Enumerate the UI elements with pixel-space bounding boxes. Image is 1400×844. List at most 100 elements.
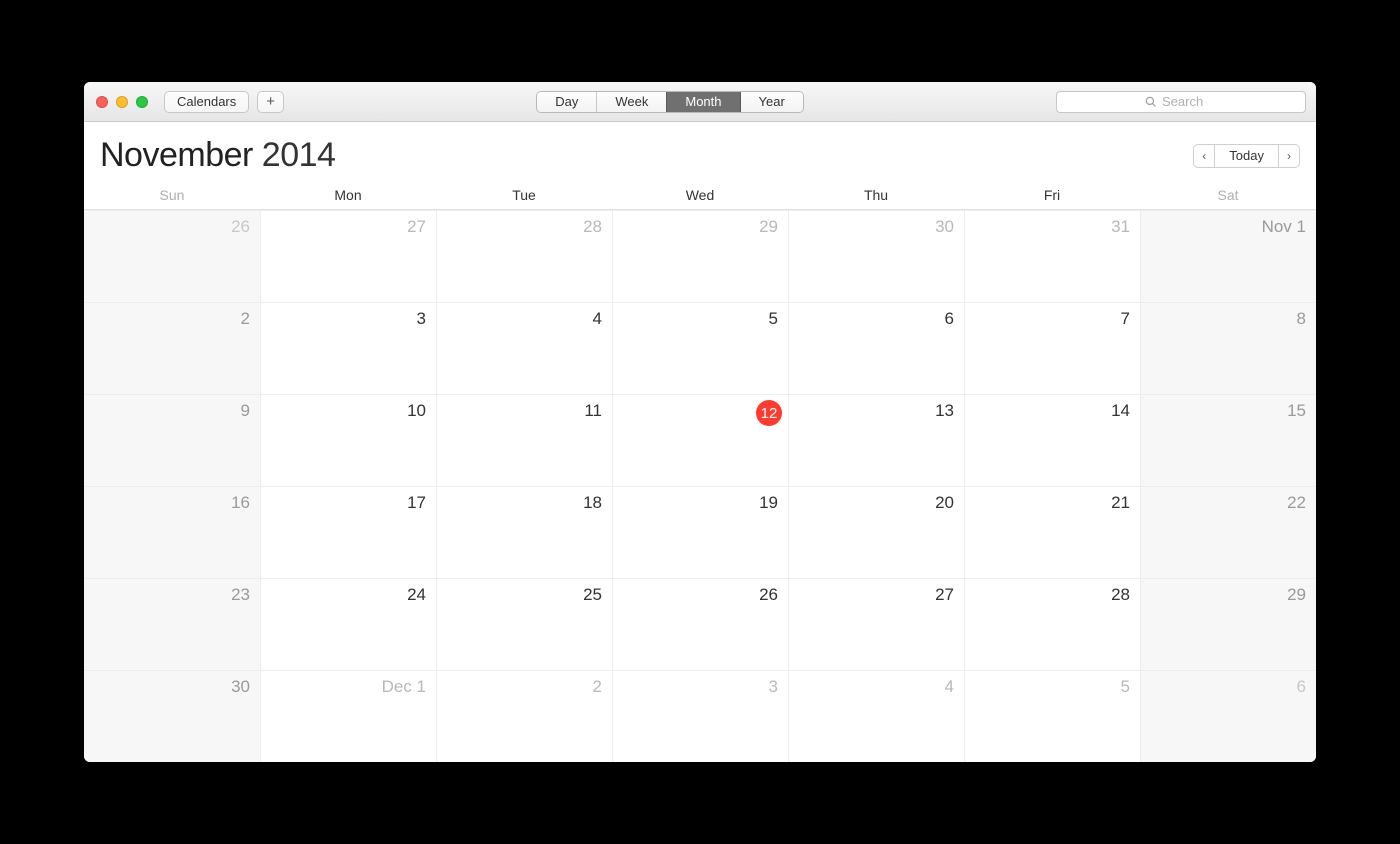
day-number: 2 xyxy=(593,677,602,697)
day-cell[interactable]: 13 xyxy=(788,394,964,486)
day-cell[interactable]: 30 xyxy=(788,210,964,302)
day-number: 4 xyxy=(945,677,954,697)
add-event-button[interactable]: + xyxy=(257,91,284,113)
day-cell[interactable]: 16 xyxy=(84,486,260,578)
dow-sat: Sat xyxy=(1140,187,1316,203)
day-number: Nov 1 xyxy=(1262,217,1306,237)
day-cell[interactable]: 6 xyxy=(788,302,964,394)
day-cell[interactable]: 29 xyxy=(1140,578,1316,670)
calendars-button[interactable]: Calendars xyxy=(164,91,249,113)
day-number: 26 xyxy=(231,217,250,237)
day-cell[interactable]: 8 xyxy=(1140,302,1316,394)
titlebar: Calendars + Day Week Month Year xyxy=(84,82,1316,122)
day-cell[interactable]: 4 xyxy=(436,302,612,394)
day-cell[interactable]: Dec 1 xyxy=(260,670,436,762)
day-number: 15 xyxy=(1287,401,1306,421)
day-cell[interactable]: Nov 1 xyxy=(1140,210,1316,302)
day-cell[interactable]: 3 xyxy=(260,302,436,394)
day-number: 8 xyxy=(1297,309,1306,329)
view-week[interactable]: Week xyxy=(596,92,666,112)
day-cell[interactable]: 9 xyxy=(84,394,260,486)
day-number: 31 xyxy=(1111,217,1130,237)
day-number: 5 xyxy=(769,309,778,329)
day-number: 26 xyxy=(759,585,778,605)
day-cell[interactable]: 26 xyxy=(84,210,260,302)
zoom-window-button[interactable] xyxy=(136,96,148,108)
day-cell[interactable]: 29 xyxy=(612,210,788,302)
day-cell[interactable]: 3 xyxy=(612,670,788,762)
day-number: Dec 1 xyxy=(382,677,426,697)
search-field[interactable] xyxy=(1056,91,1306,113)
month-name: November xyxy=(100,136,253,174)
day-cell[interactable]: 2 xyxy=(84,302,260,394)
view-year[interactable]: Year xyxy=(740,92,803,112)
day-number: 30 xyxy=(935,217,954,237)
day-cell[interactable]: 28 xyxy=(436,210,612,302)
next-month-button[interactable]: › xyxy=(1279,144,1300,168)
day-number: 6 xyxy=(945,309,954,329)
day-cell[interactable]: 25 xyxy=(436,578,612,670)
day-number: 17 xyxy=(407,493,426,513)
day-number: 5 xyxy=(1121,677,1130,697)
day-cell[interactable]: 6 xyxy=(1140,670,1316,762)
today-button[interactable]: Today xyxy=(1215,144,1279,168)
dow-sun: Sun xyxy=(84,187,260,203)
close-window-button[interactable] xyxy=(96,96,108,108)
day-number: 25 xyxy=(583,585,602,605)
day-cell[interactable]: 27 xyxy=(788,578,964,670)
day-cell[interactable]: 11 xyxy=(436,394,612,486)
day-number: 30 xyxy=(231,677,250,697)
window-controls xyxy=(96,96,148,108)
view-month[interactable]: Month xyxy=(666,92,739,112)
day-cell[interactable]: 22 xyxy=(1140,486,1316,578)
view-switcher: Day Week Month Year xyxy=(536,91,804,113)
day-cell[interactable]: 30 xyxy=(84,670,260,762)
prev-month-button[interactable]: ‹ xyxy=(1193,144,1215,168)
day-cell[interactable]: 4 xyxy=(788,670,964,762)
day-cell[interactable]: 24 xyxy=(260,578,436,670)
day-cell[interactable]: 14 xyxy=(964,394,1140,486)
day-cell[interactable]: 28 xyxy=(964,578,1140,670)
search-input[interactable] xyxy=(1162,94,1217,109)
day-number: 13 xyxy=(935,401,954,421)
day-number: 11 xyxy=(584,401,602,421)
day-number: 14 xyxy=(1111,401,1130,421)
view-day[interactable]: Day xyxy=(537,92,596,112)
day-number: 27 xyxy=(407,217,426,237)
day-cell[interactable]: 5 xyxy=(964,670,1140,762)
day-number: 29 xyxy=(1287,585,1306,605)
calendar-window: Calendars + Day Week Month Year November… xyxy=(84,82,1316,762)
day-number: 21 xyxy=(1111,493,1130,513)
day-number: 18 xyxy=(583,493,602,513)
subheader: November 2014 ‹ Today › xyxy=(84,122,1316,181)
day-cell[interactable]: 7 xyxy=(964,302,1140,394)
day-cell[interactable]: 26 xyxy=(612,578,788,670)
day-cell[interactable]: 15 xyxy=(1140,394,1316,486)
day-number: 3 xyxy=(769,677,778,697)
day-cell[interactable]: 19 xyxy=(612,486,788,578)
minimize-window-button[interactable] xyxy=(116,96,128,108)
search-icon xyxy=(1145,96,1157,108)
day-cell[interactable]: 5 xyxy=(612,302,788,394)
day-cell[interactable]: 18 xyxy=(436,486,612,578)
day-number: 19 xyxy=(759,493,778,513)
day-cell[interactable]: 23 xyxy=(84,578,260,670)
day-of-week-header: Sun Mon Tue Wed Thu Fri Sat xyxy=(84,181,1316,210)
day-cell[interactable]: 10 xyxy=(260,394,436,486)
day-number: 9 xyxy=(241,401,250,421)
day-cell[interactable]: 27 xyxy=(260,210,436,302)
dow-thu: Thu xyxy=(788,187,964,203)
day-number: 28 xyxy=(583,217,602,237)
chevron-right-icon: › xyxy=(1287,149,1291,163)
day-cell[interactable]: 2 xyxy=(436,670,612,762)
day-number: 20 xyxy=(935,493,954,513)
day-cell[interactable]: 21 xyxy=(964,486,1140,578)
day-cell[interactable]: 31 xyxy=(964,210,1140,302)
month-nav: ‹ Today › xyxy=(1193,144,1300,168)
day-cell[interactable]: 20 xyxy=(788,486,964,578)
year-label: 2014 xyxy=(262,136,336,174)
day-cell[interactable]: 17 xyxy=(260,486,436,578)
day-cell[interactable]: 12 xyxy=(612,394,788,486)
day-number: 10 xyxy=(407,401,426,421)
day-number: 4 xyxy=(593,309,602,329)
